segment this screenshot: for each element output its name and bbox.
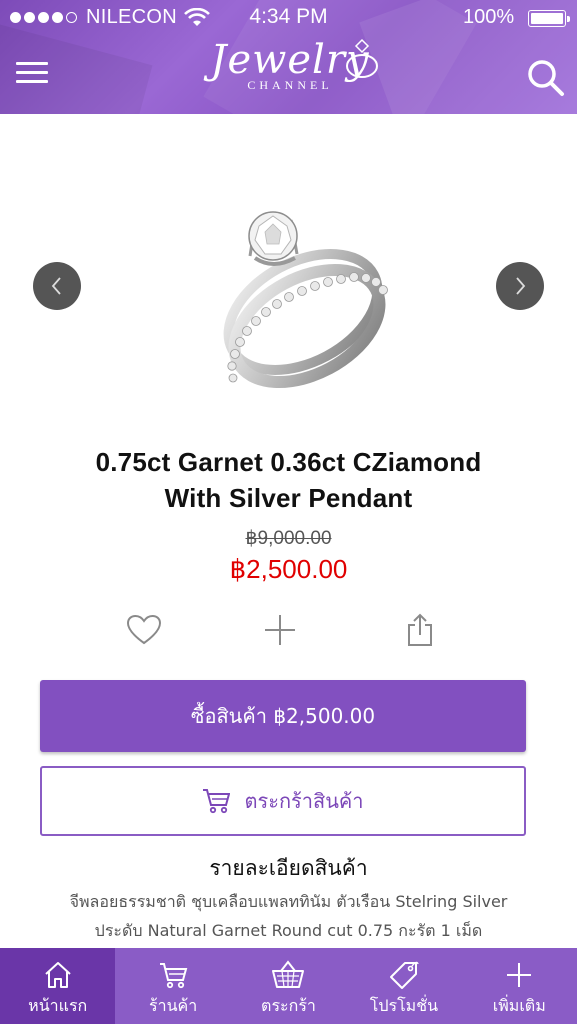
details-text: จีพลอยธรรมชาติ ชุบเคลือบแพลททินัม ตัวเรื… xyxy=(30,887,547,945)
original-price: ฿9,000.00 xyxy=(245,528,332,549)
tab-shop[interactable]: ร้านค้า xyxy=(115,948,230,1024)
product-image-carousel[interactable] xyxy=(0,114,577,439)
tab-more-label: เพิ่มเติม xyxy=(492,996,546,1015)
tab-basket-label: ตระกร้า xyxy=(261,996,316,1015)
tab-promotion-label: โปรโมชั่น xyxy=(369,996,438,1015)
search-icon xyxy=(528,60,564,96)
home-icon xyxy=(45,962,71,988)
tab-more[interactable]: เพิ่มเติม xyxy=(462,948,577,1024)
add-to-cart-button[interactable]: ตระกร้าสินค้า xyxy=(40,766,526,836)
app-logo[interactable]: Jewelry CHANNEL xyxy=(190,38,390,108)
buy-now-button[interactable]: ซื้อสินค้า ฿2,500.00 xyxy=(40,680,526,752)
status-bar: NILECON 4:34 PM 100% xyxy=(0,0,577,36)
basket-icon xyxy=(272,960,305,988)
bottom-tab-bar: หน้าแรก ร้านค้า ตระกร้า โปรโมชั่น เพิ่มเ… xyxy=(0,948,577,1024)
sale-price: ฿2,500.00 xyxy=(229,554,348,584)
product-actions xyxy=(0,608,577,652)
product-title: 0.75ct Garnet 0.36ct CZiamond With Silve… xyxy=(0,444,577,516)
cart-icon xyxy=(203,789,231,814)
battery-percent: 100% xyxy=(463,6,515,28)
product-title-line-1: 0.75ct Garnet 0.36ct CZiamond xyxy=(95,447,482,477)
menu-icon xyxy=(16,62,48,65)
tab-basket[interactable]: ตระกร้า xyxy=(231,948,346,1024)
search-button[interactable] xyxy=(526,58,566,98)
tab-shop-label: ร้านค้า xyxy=(148,996,198,1015)
battery-icon xyxy=(528,10,570,27)
tag-icon xyxy=(389,961,419,989)
tab-home[interactable]: หน้าแรก xyxy=(0,948,116,1024)
tab-home-label: หน้าแรก xyxy=(28,996,88,1015)
tab-promotion[interactable]: โปรโมชั่น xyxy=(346,948,461,1024)
share-button[interactable] xyxy=(398,608,442,652)
carousel-prev-button[interactable] xyxy=(33,262,81,310)
product-title-line-2: With Silver Pendant xyxy=(164,483,413,513)
carousel-next-button[interactable] xyxy=(496,262,544,310)
chevron-right-icon xyxy=(516,277,526,295)
favorite-button[interactable] xyxy=(122,608,166,652)
add-to-cart-label: ตระกร้าสินค้า xyxy=(244,789,364,813)
chevron-left-icon xyxy=(51,277,61,295)
app-header: NILECON 4:34 PM 100% Jewelry CHANNEL xyxy=(0,0,577,114)
menu-button[interactable] xyxy=(16,62,50,88)
heart-icon xyxy=(126,614,162,645)
buy-now-label: ซื้อสินค้า ฿2,500.00 xyxy=(190,704,376,728)
cart-icon xyxy=(160,963,188,989)
details-line-2: ประดับ Natural Garnet Round cut 0.75 กะร… xyxy=(94,921,483,940)
ring-image xyxy=(223,211,388,389)
plus-icon xyxy=(507,963,532,987)
details-heading: รายละเอียดสินค้า xyxy=(209,856,368,880)
plus-icon xyxy=(265,615,295,645)
share-icon xyxy=(408,613,432,646)
details-line-1: จีพลอยธรรมชาติ ชุบเคลือบแพลททินัม ตัวเรื… xyxy=(69,892,508,911)
ring-logo-icon xyxy=(346,38,378,78)
add-button[interactable] xyxy=(258,608,302,652)
